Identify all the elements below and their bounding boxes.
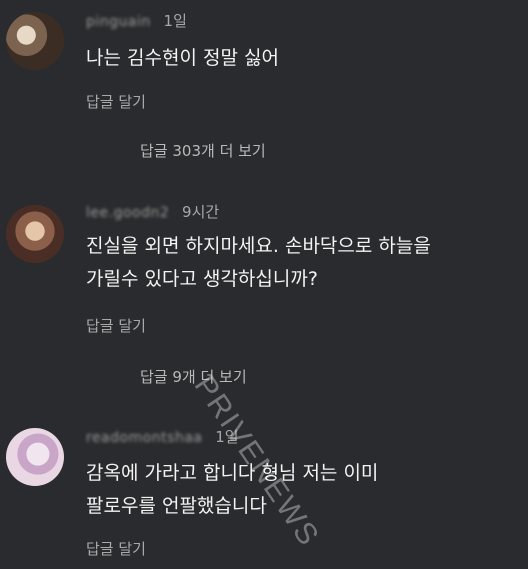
- timestamp: 1일: [215, 428, 239, 446]
- reply-button[interactable]: 답글 달기: [86, 91, 146, 112]
- username[interactable]: readomontshaa: [86, 430, 202, 446]
- reply-button[interactable]: 답글 달기: [86, 315, 146, 336]
- username[interactable]: pinguain: [86, 14, 151, 30]
- comment-meta: lee.goodn2 9시간: [86, 201, 219, 222]
- avatar[interactable]: [6, 205, 64, 263]
- view-more-replies-button[interactable]: 답글 303개 더 보기: [140, 140, 266, 161]
- comment-line: 가릴수 있다고 생각하십니까?: [86, 268, 318, 290]
- view-more-replies-button[interactable]: 답글 9개 더 보기: [140, 366, 247, 387]
- avatar[interactable]: [6, 12, 64, 70]
- comment-line: 나는 김수현이 정말 싫어: [86, 47, 279, 69]
- timestamp: 9시간: [182, 203, 220, 221]
- comment-text: 나는 김수현이 정말 싫어: [86, 42, 279, 75]
- username[interactable]: lee.goodn2: [86, 205, 169, 221]
- comment-text: 진실을 외면 하지마세요. 손바닥으로 하늘을 가릴수 있다고 생각하십니까?: [86, 230, 431, 296]
- comment-meta: pinguain 1일: [86, 10, 187, 31]
- reply-button[interactable]: 답글 달기: [86, 538, 146, 559]
- comment-meta: readomontshaa 1일: [86, 426, 239, 447]
- avatar[interactable]: [6, 428, 64, 486]
- comment-text: 감옥에 가라고 합니다 형님 저는 이미 팔로우를 언팔했습니다: [86, 457, 378, 523]
- timestamp: 1일: [163, 12, 187, 30]
- comment-line: 진실을 외면 하지마세요. 손바닥으로 하늘을: [86, 235, 431, 257]
- comment-line: 팔로우를 언팔했습니다: [86, 495, 267, 517]
- comment-line: 감옥에 가라고 합니다 형님 저는 이미: [86, 462, 379, 484]
